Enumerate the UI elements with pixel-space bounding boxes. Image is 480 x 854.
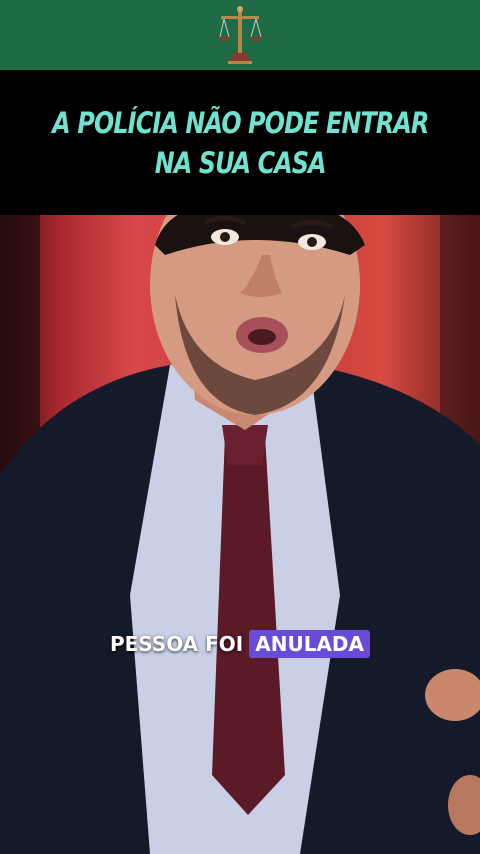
subtitle-caption: PESSOA FOI ANULADA bbox=[0, 630, 480, 658]
title-line-2: NA SUA CASA bbox=[154, 145, 326, 180]
title-banner: A POLÍCIA NÃO PODE ENTRAR NA SUA CASA bbox=[0, 70, 480, 215]
header-bar bbox=[0, 0, 480, 70]
scales-of-justice-icon bbox=[218, 6, 263, 64]
speaker-illustration bbox=[0, 215, 480, 854]
caption-text: PESSOA FOI bbox=[109, 632, 244, 656]
title-line-1: A POLÍCIA NÃO PODE ENTRAR bbox=[51, 105, 429, 140]
video-frame: PESSOA FOI ANULADA bbox=[0, 215, 480, 854]
caption-highlight: ANULADA bbox=[249, 630, 370, 658]
